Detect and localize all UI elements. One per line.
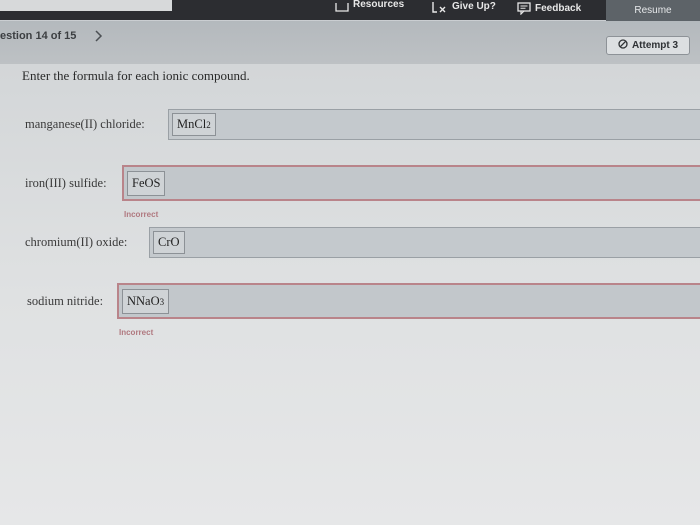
chevron-right-icon[interactable] [92,29,106,43]
compound-label-manganese-chloride: manganese(II) chloride: [25,117,145,131]
question-counter: estion 14 of 15 [0,30,77,42]
circle-slash-icon [618,39,628,52]
answer-input-iron-sulfide[interactable]: FeOS [127,171,166,196]
give-up-label: Give Up? [452,0,496,12]
feedback-icon [517,1,531,15]
resume-button[interactable]: Resume [606,0,700,21]
incorrect-message-iron-sulfide: Incorrect [124,210,159,219]
answer-box-sodium-nitride: NNaO 3 [117,283,700,319]
question-prompt: Enter the formula for each ionic compoun… [22,68,250,83]
feedback-label: Feedback [535,2,582,14]
resources-button[interactable]: Resources [335,0,404,16]
give-up-button[interactable]: Give Up? [432,0,496,16]
question-bar: estion 14 of 15 Attempt 3 [0,21,700,64]
answer-box-chromium-oxide: CrO [149,227,700,258]
attempt-badge: Attempt 3 [606,36,690,55]
answer-input-sodium-nitride[interactable]: NNaO 3 [122,289,170,314]
resources-label: Resources [353,0,405,10]
answer-box-manganese-chloride: MnCl 2 [168,109,700,140]
answer-input-chromium-oxide[interactable]: CrO [153,231,185,254]
attempt-label: Attempt 3 [631,40,679,51]
book-icon [335,3,349,13]
compound-label-chromium-oxide: chromium(II) oxide: [25,235,128,249]
toolbar-left-block [0,0,172,11]
incorrect-message-sodium-nitride: Incorrect [119,328,154,337]
give-up-icon [432,2,448,14]
compound-label-sodium-nitride: sodium nitride: [27,294,104,308]
answer-box-iron-sulfide: FeOS [122,165,700,201]
answer-input-manganese-chloride[interactable]: MnCl 2 [172,113,216,136]
compound-label-iron-sulfide: iron(III) sulfide: [25,176,107,190]
feedback-button[interactable]: Feedback [517,0,581,16]
top-toolbar: Resources Give Up? Feedback Resume [0,0,700,21]
